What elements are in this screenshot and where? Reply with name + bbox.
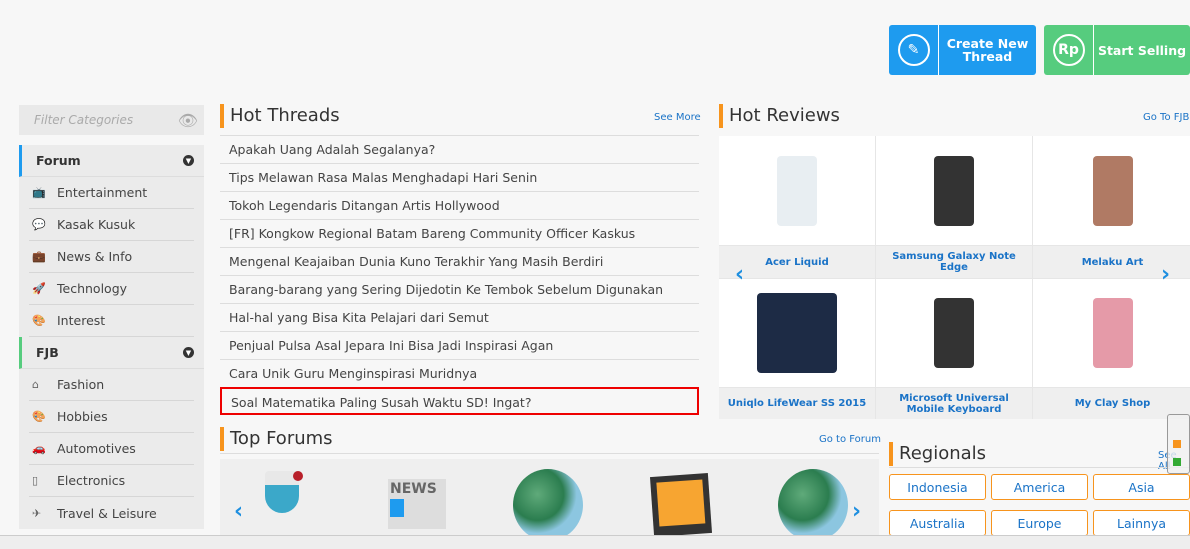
globe-icon[interactable] — [778, 469, 848, 535]
chevron-left-icon[interactable]: ‹ — [234, 499, 243, 524]
thread-link[interactable]: Tips Melawan Rasa Malas Menghadapi Hari … — [220, 164, 699, 192]
go-to-forum-link[interactable]: Go to Forum — [819, 434, 881, 445]
rocket-icon: 🚀 — [32, 282, 46, 295]
sidebar-item[interactable]: ⌂ Fashion — [29, 369, 194, 401]
sidebar-section-fjb[interactable]: FJB ▼ — [19, 337, 204, 369]
globe-icon[interactable] — [513, 469, 583, 535]
chevron-down-icon[interactable]: ▼ — [183, 155, 194, 166]
see-more-link[interactable]: See More — [654, 112, 701, 123]
hot-reviews-grid: Acer Liquid Samsung Galaxy Note Edge Melak… — [719, 136, 1190, 419]
top-forums-carousel: NEWS ‹ › — [220, 459, 879, 535]
product-image[interactable] — [1033, 136, 1190, 245]
start-selling-button[interactable]: Rp Start Selling — [1044, 25, 1190, 75]
hanger-icon: ⌂ — [32, 378, 39, 391]
product-link[interactable]: Samsung Galaxy Note Edge — [876, 246, 1032, 278]
product-link[interactable]: My Clay Shop — [1033, 388, 1190, 419]
sidebar-item[interactable]: ✈ Travel & Leisure — [29, 497, 194, 529]
hot-reviews-title: Hot Reviews — [719, 104, 840, 128]
hot-threads-list: Apakah Uang Adalah Segalanya? Tips Melawa… — [220, 136, 699, 415]
product-image[interactable] — [876, 279, 1032, 387]
car-icon: 🚗 — [32, 442, 46, 455]
news-icon[interactable]: NEWS — [388, 479, 446, 529]
create-thread-button[interactable]: ✎ Create New Thread — [889, 25, 1036, 75]
palette-icon: 🎨 — [32, 314, 46, 327]
chevron-down-icon[interactable]: ▼ — [183, 347, 194, 358]
sidebar-item[interactable]: 🎨 Interest — [29, 305, 194, 337]
sidebar-section-forum[interactable]: Forum ▼ — [19, 145, 204, 177]
plane-icon: ✈ — [32, 506, 42, 520]
product-link[interactable]: Microsoft Universal Mobile Keyboard — [876, 388, 1032, 419]
thread-link[interactable]: Penjual Pulsa Asal Jepara Ini Bisa Jadi … — [220, 332, 699, 360]
wine-glass-icon[interactable] — [265, 471, 305, 535]
sidebar-item[interactable]: ▯ Electronics — [29, 465, 194, 497]
chevron-left-icon[interactable]: ‹ — [735, 262, 744, 287]
top-forums-title: Top Forums — [220, 427, 333, 451]
sidebar-item[interactable]: 💼 News & Info — [29, 241, 194, 273]
regional-button[interactable]: Lainnya — [1093, 510, 1190, 536]
thread-link[interactable]: Soal Matematika Paling Susah Waktu SD! I… — [220, 387, 699, 415]
briefcase-icon: 💼 — [32, 250, 46, 263]
pencil-icon: ✎ — [889, 25, 939, 75]
regional-button[interactable]: Indonesia — [889, 474, 986, 500]
sidebar-item[interactable]: 🚗 Automotives — [29, 433, 194, 465]
thread-link[interactable]: [FR] Kongkow Regional Batam Bareng Commu… — [220, 220, 699, 248]
regionals-title: Regionals — [889, 442, 986, 466]
thread-link[interactable]: Cara Unik Guru Menginspirasi Muridnya — [220, 360, 699, 388]
sidebar-item[interactable]: 💬 Kasak Kusuk — [29, 209, 194, 241]
regional-button[interactable]: Asia — [1093, 474, 1190, 500]
chevron-right-icon[interactable]: › — [1161, 262, 1170, 287]
thread-link[interactable]: Mengenal Keajaiban Dunia Kuno Terakhir Y… — [220, 248, 699, 276]
photo-icon[interactable] — [649, 473, 713, 535]
sidebar-item[interactable]: 📺 Entertainment — [29, 177, 194, 209]
product-image[interactable] — [876, 136, 1032, 245]
product-link[interactable]: Uniqlo LifeWear SS 2015 — [719, 388, 875, 419]
category-sidebar: Forum ▼ 📺 Entertainment 💬 Kasak Kusuk 💼 News & … — [19, 145, 204, 529]
regional-button[interactable]: Europe — [991, 510, 1088, 536]
thread-link[interactable]: Hal-hal yang Bisa Kita Pelajari dari Sem… — [220, 304, 699, 332]
go-to-fjb-link[interactable]: Go To FJB — [1143, 112, 1189, 123]
product-image[interactable] — [719, 279, 875, 387]
rupiah-icon: Rp — [1044, 25, 1094, 75]
eye-icon[interactable]: 👁 — [178, 111, 198, 130]
product-image[interactable] — [1033, 279, 1190, 387]
device-icon: ▯ — [32, 474, 39, 487]
tv-icon: 📺 — [32, 186, 46, 199]
chat-icon: 💬 — [32, 218, 46, 231]
filter-categories-input[interactable]: Filter Categories 👁 — [19, 105, 204, 135]
horizontal-scrollbar[interactable] — [0, 535, 1190, 549]
product-image[interactable] — [719, 136, 875, 245]
volume-mixer-widget[interactable] — [1167, 414, 1190, 474]
sidebar-item[interactable]: 🚀 Technology — [29, 273, 194, 305]
regional-button[interactable]: America — [991, 474, 1088, 500]
regional-button[interactable]: Australia — [889, 510, 986, 536]
palette-icon: 🎨 — [32, 410, 46, 423]
chevron-right-icon[interactable]: › — [852, 499, 861, 524]
hot-threads-title: Hot Threads — [220, 104, 340, 128]
sidebar-item[interactable]: 🎨 Hobbies — [29, 401, 194, 433]
thread-link[interactable]: Barang-barang yang Sering Dijedotin Ke T… — [220, 276, 699, 304]
thread-link[interactable]: Tokoh Legendaris Ditangan Artis Hollywoo… — [220, 192, 699, 220]
thread-link[interactable]: Apakah Uang Adalah Segalanya? — [220, 136, 699, 164]
